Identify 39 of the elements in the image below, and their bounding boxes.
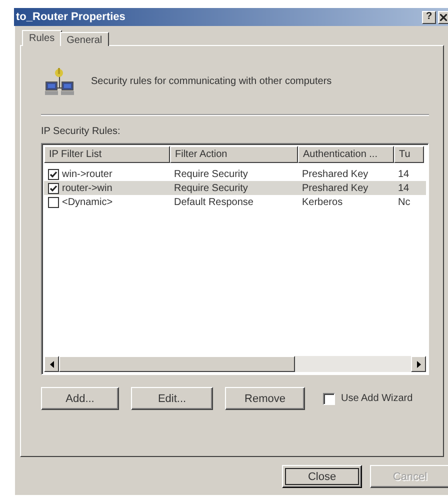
table-cell: 14 [398, 168, 410, 180]
checkbox[interactable] [48, 182, 59, 194]
checkbox[interactable] [48, 168, 59, 180]
scroll-left-icon[interactable] [50, 360, 54, 368]
table-cell: Preshared Key [302, 168, 368, 180]
help-button[interactable]: ? [422, 10, 436, 24]
wizard-label[interactable]: Use Add Wizard [341, 393, 413, 404]
checkbox[interactable] [48, 196, 59, 208]
action-button[interactable]: Edit... [131, 387, 213, 410]
table-cell: Nc [398, 196, 410, 208]
table-row[interactable]: router->win Require Security Preshared Key 14 [44, 181, 426, 195]
table-row[interactable]: <Dynamic> Default Response Kerberos Nc [44, 195, 426, 209]
table-cell: 14 [398, 182, 410, 194]
column-header[interactable]: Authentication ... [298, 146, 394, 163]
wizard-checkbox[interactable] [323, 392, 335, 404]
column-header[interactable]: Tu [394, 146, 424, 163]
action-button[interactable]: Add... [41, 387, 119, 410]
table-cell: Preshared Key [302, 182, 368, 194]
network-computers-icon [45, 66, 75, 96]
window-title: to_Router Properties [16, 11, 126, 23]
table-row[interactable]: win->router Require Security Preshared Key 14 [44, 167, 426, 181]
table-cell: Kerberos [302, 196, 343, 208]
description-text: Security rules for communicating with other computers [91, 76, 332, 86]
column-header[interactable]: IP Filter List [44, 146, 170, 163]
table-cell: win->router [62, 168, 112, 180]
horizontal-scrollbar[interactable] [44, 356, 426, 372]
table-cell: router->win [62, 182, 112, 194]
close-icon[interactable] [438, 10, 448, 24]
table-cell: <Dynamic> [62, 196, 113, 208]
column-header[interactable]: Filter Action [170, 146, 298, 163]
tab[interactable]: Rules [22, 30, 62, 46]
tab[interactable]: General [60, 32, 110, 46]
dialog-button[interactable]: Close [282, 465, 362, 488]
table-cell: Default Response [174, 196, 254, 208]
table-cell: Require Security [174, 168, 248, 180]
table-cell: Require Security [174, 182, 248, 194]
scroll-right-icon[interactable] [416, 360, 420, 368]
rules-label: IP Security Rules: [41, 126, 122, 137]
action-button[interactable]: Remove [225, 387, 305, 410]
